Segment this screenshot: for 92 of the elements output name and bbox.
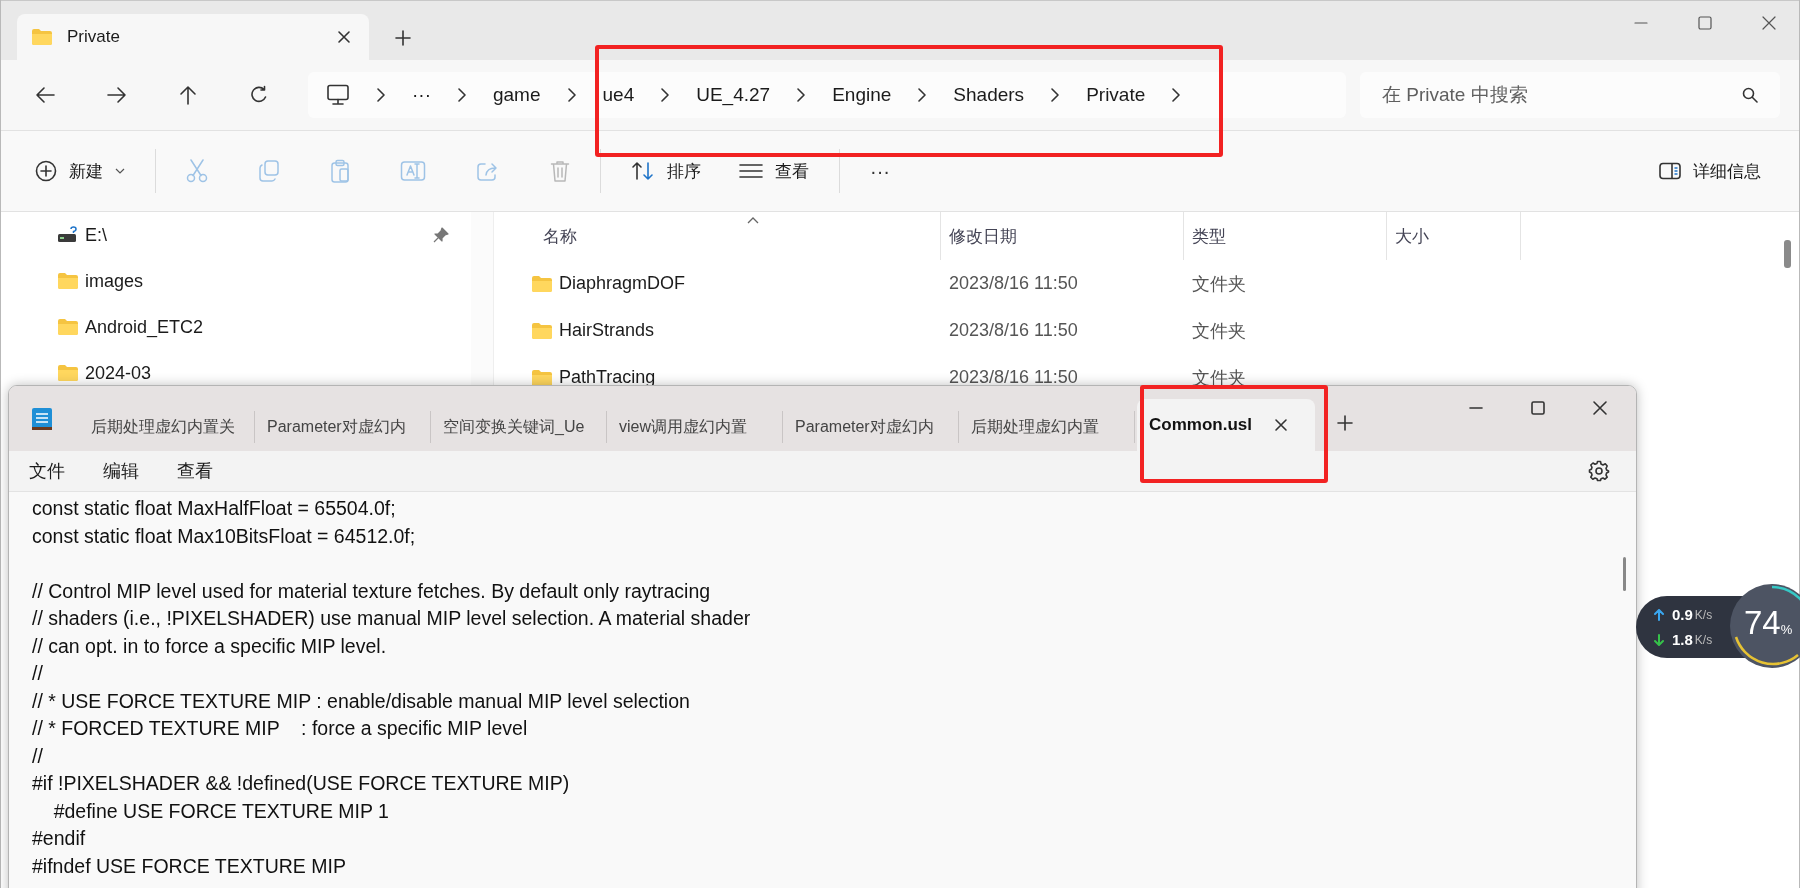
table-cell-text: 2023/8/16 11:50 xyxy=(948,273,1079,294)
folder-icon xyxy=(57,364,79,382)
maximize-icon[interactable] xyxy=(1697,15,1713,31)
percent-sign: % xyxy=(1780,622,1793,637)
monitor-icon xyxy=(326,84,350,106)
breadcrumb-item[interactable]: Shaders xyxy=(953,84,1025,106)
lines-icon xyxy=(739,163,763,179)
details-pane-icon xyxy=(1659,162,1681,180)
window-tab[interactable]: Private xyxy=(17,14,369,60)
column-header[interactable]: 类型 xyxy=(1184,212,1387,260)
document-tab[interactable]: 后期处理虚幻内置关 xyxy=(79,411,255,443)
scrollbar-thumb[interactable] xyxy=(1784,240,1791,268)
rate-value: 1.8 xyxy=(1672,631,1693,648)
document-tab[interactable]: Common.usl xyxy=(1137,399,1315,451)
address-bar[interactable]: ··· game ue4 UE_4.27 Engine Shaders Private xyxy=(308,72,1346,118)
file-name[interactable]: PathTracing xyxy=(559,367,656,388)
rate-unit: K/s xyxy=(1694,607,1713,622)
back-arrow-icon[interactable] xyxy=(35,86,55,104)
new-tab-icon[interactable] xyxy=(1337,415,1353,431)
file-name[interactable]: HairStrands xyxy=(559,320,655,341)
maximize-icon[interactable] xyxy=(1530,400,1546,416)
new-tab-icon[interactable] xyxy=(395,30,411,46)
breadcrumb-overflow[interactable]: ··· xyxy=(412,84,431,106)
folder-icon xyxy=(531,321,553,340)
close-icon[interactable] xyxy=(337,30,351,44)
scrollbar-thumb[interactable] xyxy=(1623,557,1626,591)
table-cell-text: 2023/8/16 11:50 xyxy=(948,367,1079,388)
up-arrow-icon[interactable] xyxy=(179,85,197,105)
table-cell-text: 文件夹 xyxy=(1191,319,1247,343)
document-tab[interactable]: 后期处理虚幻内置 xyxy=(959,411,1135,443)
details-button[interactable]: 详细信息 xyxy=(1659,151,1761,191)
chevron-right-icon xyxy=(1171,88,1182,102)
close-icon[interactable] xyxy=(1761,15,1777,31)
chevron-right-icon xyxy=(457,88,467,102)
chevron-right-icon xyxy=(376,88,386,102)
new-button[interactable]: 新建 xyxy=(35,151,125,191)
close-icon[interactable] xyxy=(1273,418,1288,432)
rate-unit: K/s xyxy=(1694,632,1713,647)
chevron-right-icon xyxy=(917,88,928,102)
sidebar-item[interactable]: 2024-03 xyxy=(1,362,471,384)
caret-icon xyxy=(115,168,125,174)
refresh-icon[interactable] xyxy=(249,85,269,105)
document-tab[interactable]: Parameter对虚幻内 xyxy=(783,411,959,443)
folder-icon xyxy=(57,318,79,336)
clipboard-icon[interactable] xyxy=(330,159,350,183)
sidebar-item[interactable]: Android_ETC2 xyxy=(1,316,471,338)
view-button[interactable]: 查看 xyxy=(739,151,809,191)
chevron-right-icon xyxy=(796,88,807,102)
search-icon[interactable] xyxy=(1742,87,1758,103)
chevron-right-icon xyxy=(1050,88,1061,102)
notepad-icon xyxy=(31,406,53,432)
column-header[interactable]: 大小 xyxy=(1387,212,1521,260)
document-tab[interactable]: 空间变换关键词_Ue xyxy=(431,411,607,443)
document-tab[interactable]: view调用虚幻内置 xyxy=(607,411,783,443)
more-button[interactable]: ··· xyxy=(870,151,890,191)
percent-value: 74 xyxy=(1744,604,1781,642)
up-arrow-icon xyxy=(1654,608,1664,621)
folder-icon xyxy=(531,368,553,387)
column-header[interactable]: 修改日期 xyxy=(941,212,1184,260)
breadcrumb-item[interactable]: game xyxy=(493,84,541,106)
sort-arrows-icon xyxy=(631,161,655,181)
column-header[interactable]: 名称 xyxy=(507,212,941,260)
settings-icon[interactable] xyxy=(1588,460,1610,482)
search-field[interactable]: 在 Private 中搜索 xyxy=(1360,72,1780,118)
table-cell-text: 文件夹 xyxy=(1191,272,1247,296)
file-name[interactable]: DiaphragmDOF xyxy=(559,273,686,294)
chevron-right-icon xyxy=(660,88,671,102)
gauge-ring-icon xyxy=(1728,582,1800,670)
breadcrumb-item[interactable]: Engine xyxy=(832,84,892,106)
document-tab[interactable]: Parameter对虚幻内 xyxy=(255,411,431,443)
rate-value: 0.9 xyxy=(1672,606,1693,623)
menu-item[interactable]: 文件 xyxy=(29,459,65,483)
drive-icon xyxy=(57,226,79,244)
folder-icon xyxy=(31,28,53,46)
menu-item[interactable]: 查看 xyxy=(177,459,213,483)
sort-caret-icon xyxy=(747,216,759,224)
forward-arrow-icon[interactable] xyxy=(107,86,127,104)
breadcrumb-item[interactable]: UE_4.27 xyxy=(696,84,771,106)
menu-item[interactable]: 编辑 xyxy=(103,459,139,483)
sidebar-item[interactable]: E:\ xyxy=(1,224,471,246)
close-icon[interactable] xyxy=(1592,400,1608,416)
chevron-right-icon xyxy=(566,88,577,102)
document-text[interactable]: const static float MaxHalfFloat = 65504.0f; const static float Max10BitsFloat = 64512.0f; // Control MIP level used for material texture fetches. By default only raytracing // shaders (i.e., !PIXELSHADER) use manual MIP level selection. A material shader // can opt. in to force a specific MIP level. // // * USE FORCE TEXTURE MIP : enable/disable manual MIP level selection // * FORCED TEXTURE MIP : force a specific MIP level // #if !PIXELSHADER && !defined(USE FORCE TEXTURE MIP) #define USE FORCE TEXTURE MIP 1 #endif #ifndef USE FORCE TEXTURE MIP xyxy=(32,495,1636,880)
table-cell-text: 2023/8/16 11:50 xyxy=(948,320,1079,341)
sort-button[interactable]: 排序 xyxy=(631,151,701,191)
down-arrow-icon xyxy=(1654,633,1664,646)
sidebar-item[interactable]: images xyxy=(1,270,471,292)
breadcrumb-item[interactable]: ue4 xyxy=(602,84,635,106)
folder-icon xyxy=(531,274,553,293)
plus-circle-icon xyxy=(35,160,57,182)
folder-icon xyxy=(57,272,79,290)
breadcrumb-item[interactable]: Private xyxy=(1086,84,1146,106)
